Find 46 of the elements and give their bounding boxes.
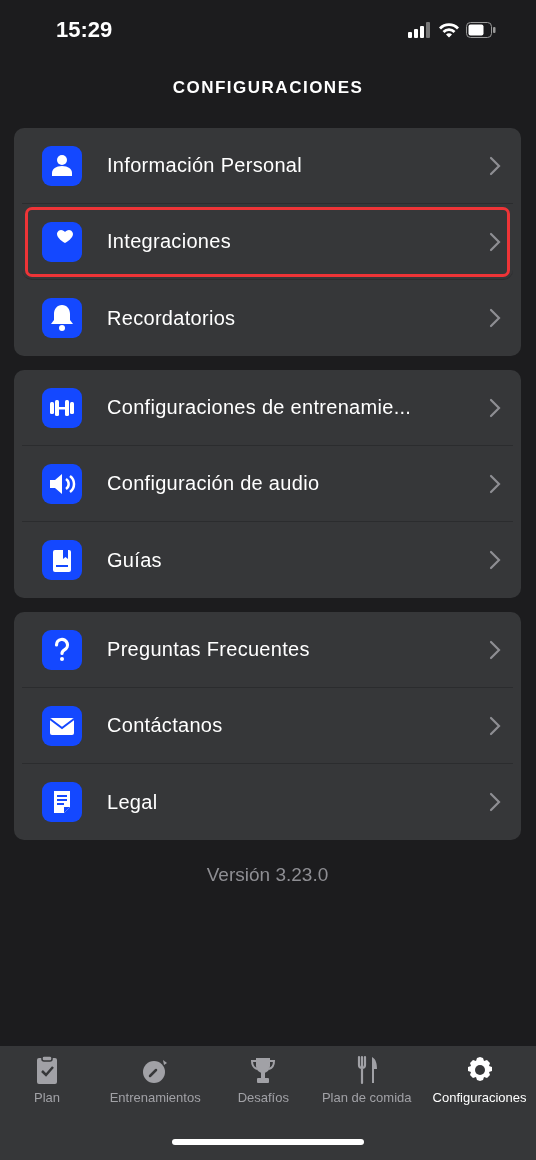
speaker-icon bbox=[42, 463, 82, 504]
row-label: Información Personal bbox=[107, 154, 303, 177]
bell-icon bbox=[42, 298, 82, 338]
settings-row[interactable]: Integraciones bbox=[22, 204, 513, 280]
battery-icon bbox=[466, 22, 496, 38]
row-label: Guías bbox=[107, 548, 163, 572]
settings-row[interactable]: Configuraciones de entrenamie... bbox=[22, 370, 513, 446]
settings-row[interactable]: Legal bbox=[22, 764, 513, 840]
question-icon bbox=[42, 629, 82, 670]
book-icon bbox=[42, 540, 82, 580]
row-label: Configuración de audio bbox=[107, 472, 321, 495]
row-label: Contáctanos bbox=[107, 714, 224, 737]
tab[interactable]: Entrenamientos bbox=[94, 1054, 217, 1105]
settings-row[interactable]: Configuración de audio bbox=[22, 446, 513, 522]
settings-row[interactable]: Guías bbox=[22, 522, 513, 598]
chevron-icon bbox=[489, 639, 501, 660]
row-label: Legal bbox=[107, 790, 159, 814]
wifi-icon bbox=[438, 22, 460, 38]
version-text: Versión 3.23.0 bbox=[206, 864, 329, 886]
tab[interactable]: Configuraciones bbox=[423, 1054, 536, 1105]
chevron-icon bbox=[489, 397, 501, 418]
chevron-icon bbox=[489, 715, 501, 736]
row-label: Integraciones bbox=[107, 230, 232, 253]
settings-row[interactable]: Información Personal bbox=[22, 128, 513, 204]
settings-row[interactable]: Preguntas Frecuentes bbox=[22, 612, 513, 688]
chevron-icon bbox=[489, 550, 501, 570]
dumbbell-icon bbox=[42, 387, 82, 428]
chevron-icon bbox=[489, 792, 501, 812]
signal-icon bbox=[408, 22, 432, 38]
chevron-icon bbox=[489, 231, 501, 252]
chevron-icon bbox=[489, 308, 501, 328]
status-time: 15:29 bbox=[56, 17, 113, 43]
row-label: Preguntas Frecuentes bbox=[107, 638, 311, 661]
document-icon bbox=[42, 782, 82, 822]
settings-row[interactable]: Recordatorios bbox=[22, 280, 513, 356]
chevron-icon bbox=[489, 473, 501, 494]
settings-row[interactable]: Contáctanos bbox=[22, 688, 513, 764]
row-label: Configuraciones de entrenamie... bbox=[107, 396, 413, 419]
tab[interactable]: Desafíos bbox=[216, 1054, 311, 1105]
tab[interactable]: Plan bbox=[0, 1054, 95, 1105]
person-icon bbox=[42, 145, 82, 186]
page-title: CONFIGURACIONES bbox=[171, 78, 365, 98]
row-label: Recordatorios bbox=[107, 306, 237, 330]
envelope-icon bbox=[42, 705, 82, 746]
chevron-icon bbox=[489, 155, 501, 176]
tab[interactable]: Plan de comida bbox=[310, 1054, 424, 1105]
